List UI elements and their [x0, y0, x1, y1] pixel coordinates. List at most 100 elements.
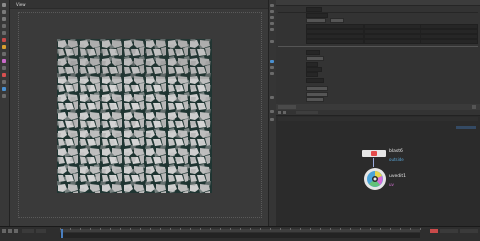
timeline-tick: [290, 228, 291, 230]
param-dropdown[interactable]: [330, 18, 344, 23]
display-option-icon[interactable]: [270, 110, 274, 113]
display-option-icon[interactable]: [270, 4, 274, 7]
param-dropdown[interactable]: [306, 18, 326, 23]
play-forward-icon[interactable]: [14, 229, 18, 233]
display-option-icon[interactable]: [270, 96, 274, 99]
network-path-field[interactable]: [296, 111, 318, 114]
timeline-tick: [370, 228, 371, 230]
timeline-tick: [360, 228, 361, 230]
display-option-icon[interactable]: [270, 66, 274, 69]
timeline-tick: [190, 228, 191, 230]
uvedit-node[interactable]: [362, 167, 388, 191]
timeline-tick: [280, 228, 281, 230]
render-region-icon[interactable]: [2, 73, 6, 77]
display-option-icon[interactable]: [270, 22, 274, 25]
back-icon[interactable]: [278, 111, 281, 114]
timeline-tick: [300, 228, 301, 230]
parameter-tabbar: [276, 0, 480, 6]
snap-tool-icon[interactable]: [2, 66, 6, 70]
timeline-tick: [80, 228, 81, 230]
pose-tool-icon[interactable]: [2, 45, 6, 49]
timeline-tick: [330, 228, 331, 230]
blast-node-group: outside: [389, 157, 404, 162]
magnet-tool-icon[interactable]: [2, 59, 6, 63]
timeline-tick: [90, 228, 91, 230]
timeline-tick: [70, 228, 71, 230]
display-option-icon[interactable]: [270, 60, 274, 63]
timeline-tick: [390, 228, 391, 230]
timeline-tick: [200, 228, 201, 230]
timeline-tick: [420, 228, 421, 230]
frame-field[interactable]: [36, 229, 46, 233]
param-button[interactable]: [306, 97, 324, 102]
timeline-tick: [270, 228, 271, 230]
uvedit-node-attribute: uv: [389, 182, 394, 187]
display-option-icon[interactable]: [270, 10, 274, 13]
timeline-tick: [160, 228, 161, 230]
brush-tool-icon[interactable]: [2, 52, 6, 56]
timeline-playhead[interactable]: [61, 229, 63, 238]
display-option-icon[interactable]: [270, 72, 274, 75]
param-field[interactable]: [364, 39, 422, 44]
param-field[interactable]: [306, 72, 318, 77]
param-field[interactable]: [306, 78, 324, 83]
timeline-tick: [60, 228, 61, 230]
grid-tool-icon[interactable]: [2, 94, 6, 98]
timeline-tick: [210, 228, 211, 230]
timeline-tick: [140, 228, 141, 230]
display-option-icon[interactable]: [270, 28, 274, 31]
timeline-tick: [350, 228, 351, 230]
network-tab[interactable]: [278, 105, 296, 109]
uvedit-node-name: uvedit1: [389, 174, 407, 179]
param-field[interactable]: [306, 50, 320, 55]
timeline-tick: [100, 228, 101, 230]
timeline-tick: [120, 228, 121, 230]
key-icon[interactable]: [430, 229, 438, 233]
stop-icon[interactable]: [8, 229, 12, 233]
cracked-stone-texture: [57, 39, 212, 193]
timeline-tick: [250, 228, 251, 230]
add-tab-icon[interactable]: [472, 105, 476, 109]
display-option-icon[interactable]: [270, 40, 274, 43]
left-tool-shelf: [0, 0, 10, 226]
display-option-icon[interactable]: [270, 118, 274, 121]
viewport-header: [10, 0, 268, 9]
timeline-tick: [130, 228, 131, 230]
param-field[interactable]: [306, 7, 322, 12]
param-field[interactable]: [306, 39, 364, 44]
range-field[interactable]: [440, 229, 458, 233]
timeline-tick: [320, 228, 321, 230]
rotate-tool-icon[interactable]: [2, 24, 6, 28]
timeline-tick: [400, 228, 401, 230]
move-tool-icon[interactable]: [2, 17, 6, 21]
light-tool-icon[interactable]: [2, 87, 6, 91]
node-wire[interactable]: [373, 158, 374, 167]
param-button[interactable]: [306, 86, 328, 91]
viewport-view-label[interactable]: View: [16, 2, 26, 7]
network-editor[interactable]: [276, 104, 480, 227]
range-field[interactable]: [460, 229, 478, 233]
param-dropdown[interactable]: [306, 56, 324, 61]
view-tool-icon[interactable]: [2, 10, 6, 14]
scale-tool-icon[interactable]: [2, 31, 6, 35]
timeline-tick: [170, 228, 171, 230]
timeline-range-slider[interactable]: [60, 233, 420, 238]
timeline-tick: [380, 228, 381, 230]
param-section-header[interactable]: [278, 46, 478, 47]
camera-tool-icon[interactable]: [2, 80, 6, 84]
timeline-tick: [260, 228, 261, 230]
play-backward-icon[interactable]: [2, 229, 6, 233]
timeline-tick: [310, 228, 311, 230]
timeline-tick: [340, 228, 341, 230]
node-bypass-flag-icon[interactable]: [371, 151, 377, 156]
timeline-tick: [220, 228, 221, 230]
timeline-tick: [150, 228, 151, 230]
forward-icon[interactable]: [283, 111, 286, 114]
handle-tool-icon[interactable]: [2, 38, 6, 42]
network-menu-bar: [278, 117, 478, 121]
display-option-icon[interactable]: [270, 16, 274, 19]
frame-field[interactable]: [22, 229, 34, 233]
select-tool-icon[interactable]: [2, 3, 6, 7]
param-field[interactable]: [420, 39, 478, 44]
network-label: [456, 126, 476, 129]
